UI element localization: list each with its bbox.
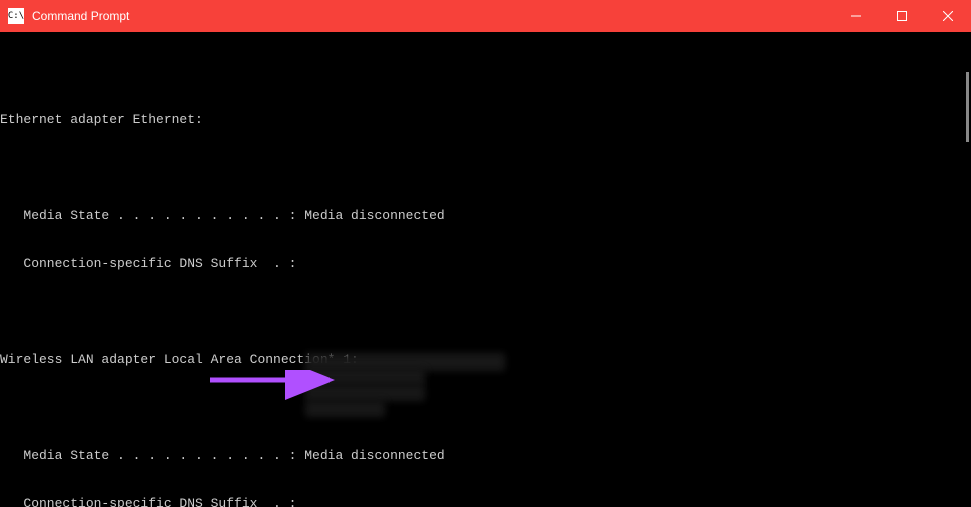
terminal-output: Ethernet adapter Ethernet: Media State .… xyxy=(0,32,971,507)
window-title: Command Prompt xyxy=(32,9,129,23)
output-line: Media State . . . . . . . . . . . : Medi… xyxy=(0,448,971,464)
terminal-area[interactable]: Ethernet adapter Ethernet: Media State .… xyxy=(0,32,971,507)
minimize-button[interactable] xyxy=(833,0,879,32)
redacted-area xyxy=(305,369,425,385)
window-controls xyxy=(833,0,971,32)
output-line: Connection-specific DNS Suffix . : xyxy=(0,256,971,272)
close-button[interactable] xyxy=(925,0,971,32)
output-line: Media State . . . . . . . . . . . : Medi… xyxy=(0,208,971,224)
output-line: Connection-specific DNS Suffix . : xyxy=(0,496,971,507)
maximize-button[interactable] xyxy=(879,0,925,32)
redacted-area xyxy=(305,401,385,417)
redacted-area xyxy=(305,385,425,401)
adapter-header: Ethernet adapter Ethernet: xyxy=(0,112,971,128)
cmd-icon: C:\ xyxy=(8,8,24,24)
titlebar: C:\ Command Prompt xyxy=(0,0,971,32)
